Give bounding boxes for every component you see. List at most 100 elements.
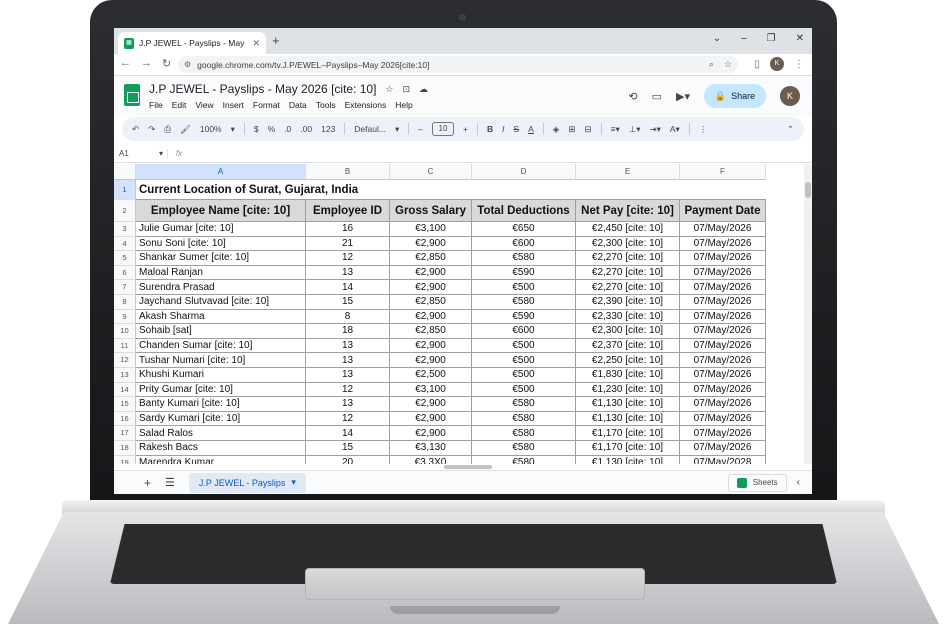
row-header[interactable]: 4: [114, 236, 136, 252]
table-cell[interactable]: 8: [306, 309, 390, 325]
table-cell[interactable]: 14: [306, 280, 390, 295]
sheet-tab[interactable]: J.P JEWEL - Payslips ▾: [188, 472, 306, 493]
table-cell[interactable]: 07/May/2026: [680, 222, 766, 237]
vertical-scrollbar[interactable]: [804, 164, 812, 464]
dropdown-icon[interactable]: ▾: [159, 149, 163, 158]
table-cell[interactable]: €2,370 [cite: 10]: [576, 338, 680, 354]
merge-cells-icon[interactable]: ⊟: [584, 124, 591, 135]
percent-format-button[interactable]: %: [268, 124, 276, 134]
table-cell[interactable]: €590: [472, 265, 576, 281]
menu-view[interactable]: View: [195, 100, 213, 110]
table-cell[interactable]: €580: [472, 295, 576, 310]
table-cell[interactable]: €580: [472, 251, 576, 266]
dropdown-icon[interactable]: ▾: [231, 124, 235, 135]
column-header-d[interactable]: D: [472, 164, 576, 180]
table-cell[interactable]: €600: [472, 236, 576, 252]
increase-decimal-button[interactable]: .00: [300, 124, 312, 134]
table-cell[interactable]: €580: [472, 397, 576, 412]
row-header[interactable]: 14: [114, 382, 136, 398]
column-title-cell[interactable]: Total Deductions: [472, 200, 576, 222]
cloud-saved-icon[interactable]: ☁: [419, 84, 428, 95]
table-cell[interactable]: €1,230 [cite: 10]: [576, 382, 680, 398]
row-header[interactable]: 11: [114, 338, 136, 354]
table-cell[interactable]: €580: [472, 426, 576, 441]
table-cell[interactable]: €2,300 [cite: 10]: [576, 324, 680, 339]
table-cell[interactable]: Tushar Numari [cite: 10]: [136, 353, 306, 368]
menu-data[interactable]: Data: [289, 100, 307, 110]
table-cell[interactable]: €600: [472, 324, 576, 339]
table-cell[interactable]: €2,900: [390, 397, 472, 412]
table-cell[interactable]: 07/May/2026: [680, 411, 766, 427]
table-cell[interactable]: €590: [472, 309, 576, 325]
column-title-cell[interactable]: Employee Name [cite: 10]: [136, 200, 306, 222]
table-cell[interactable]: 18: [306, 324, 390, 339]
fill-color-icon[interactable]: ◈: [553, 124, 560, 135]
table-cell[interactable]: 07/May/2026: [680, 251, 766, 266]
collapse-side-icon[interactable]: ‹: [797, 477, 800, 488]
column-title-cell[interactable]: Employee ID: [306, 200, 390, 222]
add-sheet-icon[interactable]: +: [144, 476, 151, 490]
column-title-cell[interactable]: Net Pay [cite: 10]: [576, 200, 680, 222]
column-header-f[interactable]: F: [680, 164, 766, 180]
menu-extensions[interactable]: Extensions: [345, 100, 387, 110]
collapse-toolbar-icon[interactable]: ⌃: [787, 124, 794, 135]
back-icon[interactable]: ←: [120, 57, 131, 70]
zoom-select[interactable]: 100%: [200, 124, 222, 134]
table-cell[interactable]: Marendra Kumar: [136, 455, 306, 464]
explore-button[interactable]: Sheets: [727, 473, 787, 492]
font-select[interactable]: Defaul...: [354, 124, 386, 134]
table-cell[interactable]: €2,850: [390, 295, 472, 310]
select-all-corner[interactable]: [114, 164, 136, 180]
table-cell[interactable]: 07/May/2026: [680, 353, 766, 368]
table-cell[interactable]: €3,100: [390, 382, 472, 398]
profile-avatar[interactable]: K: [770, 57, 784, 71]
row-header[interactable]: 10: [114, 324, 136, 339]
table-cell[interactable]: €500: [472, 382, 576, 398]
table-cell[interactable]: 13: [306, 265, 390, 281]
side-panel-icon[interactable]: ▯: [754, 59, 760, 70]
row-header[interactable]: 18: [114, 441, 136, 456]
table-cell[interactable]: €2,500: [390, 368, 472, 383]
menu-edit[interactable]: Edit: [172, 100, 187, 110]
row-header[interactable]: 12: [114, 353, 136, 368]
menu-tools[interactable]: Tools: [316, 100, 336, 110]
redo-icon[interactable]: ↷: [148, 124, 155, 135]
row-header[interactable]: 3: [114, 222, 136, 237]
table-cell[interactable]: Shankar Sumer [cite: 10]: [136, 251, 306, 266]
paint-format-icon[interactable]: 🖌: [180, 124, 191, 135]
table-cell[interactable]: 20: [306, 455, 390, 464]
maximize-icon[interactable]: ❐: [767, 33, 776, 44]
table-cell[interactable]: €2,850: [390, 251, 472, 266]
table-cell[interactable]: 14: [306, 426, 390, 441]
table-cell[interactable]: €1,170 [cite: 10]: [576, 441, 680, 456]
table-cell[interactable]: Sohaib [sat]: [136, 324, 306, 339]
forward-icon[interactable]: →: [141, 57, 152, 70]
table-cell[interactable]: Chanden Sumar [cite: 10]: [136, 338, 306, 354]
table-cell[interactable]: 07/May/2028: [680, 455, 766, 464]
table-cell[interactable]: 07/May/2026: [680, 441, 766, 456]
row-header[interactable]: 17: [114, 426, 136, 441]
zoom-icon[interactable]: ⌕: [709, 59, 714, 70]
text-wrap-icon[interactable]: ⇥▾: [650, 124, 661, 135]
scroll-thumb[interactable]: [805, 182, 811, 198]
sheets-logo-icon[interactable]: [124, 84, 140, 106]
table-cell[interactable]: €3,3X0: [390, 455, 472, 464]
table-cell[interactable]: 21: [306, 236, 390, 252]
row-header[interactable]: 1: [114, 180, 136, 200]
table-cell[interactable]: 07/May/2026: [680, 338, 766, 354]
row-header[interactable]: 5: [114, 251, 136, 266]
column-header-b[interactable]: B: [306, 164, 390, 180]
borders-icon[interactable]: ⊞: [568, 124, 575, 135]
table-cell[interactable]: €2,390 [cite: 10]: [576, 295, 680, 310]
account-avatar[interactable]: K: [780, 86, 800, 106]
undo-icon[interactable]: ↶: [132, 124, 139, 135]
font-size-decrease-icon[interactable]: –: [418, 124, 423, 134]
row-header[interactable]: 7: [114, 280, 136, 295]
column-title-cell[interactable]: Gross Salary: [390, 200, 472, 222]
table-cell[interactable]: €1,830 [cite: 10]: [576, 368, 680, 383]
table-cell[interactable]: 07/May/2026: [680, 368, 766, 383]
sheet-title-cell[interactable]: Current Location of Surat, Gujarat, Indi…: [136, 180, 766, 200]
site-info-icon[interactable]: ⚙: [184, 60, 191, 69]
column-header-e[interactable]: E: [576, 164, 680, 180]
table-cell[interactable]: Prity Gumar [cite: 10]: [136, 382, 306, 398]
